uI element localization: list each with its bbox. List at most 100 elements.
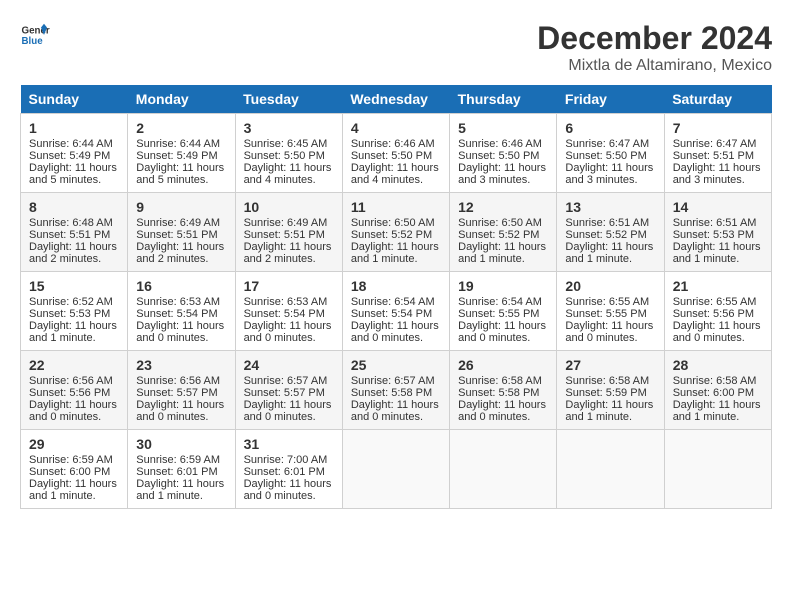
sunset-text: Sunset: 5:51 PM (29, 229, 110, 241)
sunrise-text: Sunrise: 6:52 AM (29, 296, 113, 308)
sunset-text: Sunset: 5:53 PM (673, 229, 754, 241)
calendar-row-1: 1 Sunrise: 6:44 AM Sunset: 5:49 PM Dayli… (21, 114, 772, 193)
sunrise-text: Sunrise: 6:57 AM (244, 375, 328, 387)
day-number: 28 (673, 357, 763, 373)
col-tuesday: Tuesday (235, 85, 342, 114)
daylight-text: Daylight: 11 hours and 2 minutes. (29, 241, 117, 265)
calendar-cell: 24 Sunrise: 6:57 AM Sunset: 5:57 PM Dayl… (235, 351, 342, 430)
sunrise-text: Sunrise: 6:48 AM (29, 217, 113, 229)
day-number: 27 (565, 357, 655, 373)
calendar-cell: 6 Sunrise: 6:47 AM Sunset: 5:50 PM Dayli… (557, 114, 664, 193)
sunrise-text: Sunrise: 6:45 AM (244, 138, 328, 150)
calendar-cell: 30 Sunrise: 6:59 AM Sunset: 6:01 PM Dayl… (128, 430, 235, 509)
page-header: General Blue December 2024 Mixtla de Alt… (20, 20, 772, 75)
sunset-text: Sunset: 5:57 PM (244, 387, 325, 399)
day-number: 16 (136, 278, 226, 294)
daylight-text: Daylight: 11 hours and 1 minute. (673, 241, 761, 265)
daylight-text: Daylight: 11 hours and 3 minutes. (673, 162, 761, 186)
day-number: 22 (29, 357, 119, 373)
sunset-text: Sunset: 5:54 PM (351, 308, 432, 320)
day-number: 23 (136, 357, 226, 373)
col-monday: Monday (128, 85, 235, 114)
sunset-text: Sunset: 5:52 PM (458, 229, 539, 241)
calendar-cell: 8 Sunrise: 6:48 AM Sunset: 5:51 PM Dayli… (21, 193, 128, 272)
day-number: 4 (351, 120, 441, 136)
sunrise-text: Sunrise: 6:54 AM (351, 296, 435, 308)
day-number: 21 (673, 278, 763, 294)
sunset-text: Sunset: 5:56 PM (673, 308, 754, 320)
day-number: 17 (244, 278, 334, 294)
day-number: 18 (351, 278, 441, 294)
daylight-text: Daylight: 11 hours and 2 minutes. (136, 241, 224, 265)
day-number: 13 (565, 199, 655, 215)
calendar-cell (342, 430, 449, 509)
sunrise-text: Sunrise: 7:00 AM (244, 454, 328, 466)
daylight-text: Daylight: 11 hours and 1 minute. (351, 241, 439, 265)
sunrise-text: Sunrise: 6:54 AM (458, 296, 542, 308)
day-number: 6 (565, 120, 655, 136)
calendar-cell: 2 Sunrise: 6:44 AM Sunset: 5:49 PM Dayli… (128, 114, 235, 193)
daylight-text: Daylight: 11 hours and 1 minute. (29, 320, 117, 344)
daylight-text: Daylight: 11 hours and 1 minute. (136, 478, 224, 502)
calendar-cell: 4 Sunrise: 6:46 AM Sunset: 5:50 PM Dayli… (342, 114, 449, 193)
sunset-text: Sunset: 5:52 PM (565, 229, 646, 241)
daylight-text: Daylight: 11 hours and 1 minute. (29, 478, 117, 502)
sunset-text: Sunset: 5:52 PM (351, 229, 432, 241)
sunrise-text: Sunrise: 6:55 AM (673, 296, 757, 308)
calendar-cell (557, 430, 664, 509)
sunrise-text: Sunrise: 6:57 AM (351, 375, 435, 387)
col-thursday: Thursday (450, 85, 557, 114)
sunrise-text: Sunrise: 6:50 AM (351, 217, 435, 229)
sunset-text: Sunset: 5:51 PM (136, 229, 217, 241)
calendar-cell: 10 Sunrise: 6:49 AM Sunset: 5:51 PM Dayl… (235, 193, 342, 272)
sunrise-text: Sunrise: 6:51 AM (673, 217, 757, 229)
sunrise-text: Sunrise: 6:53 AM (244, 296, 328, 308)
sunset-text: Sunset: 5:55 PM (565, 308, 646, 320)
calendar-cell: 25 Sunrise: 6:57 AM Sunset: 5:58 PM Dayl… (342, 351, 449, 430)
daylight-text: Daylight: 11 hours and 1 minute. (565, 241, 653, 265)
sunset-text: Sunset: 6:01 PM (244, 466, 325, 478)
sunrise-text: Sunrise: 6:44 AM (136, 138, 220, 150)
daylight-text: Daylight: 11 hours and 2 minutes. (244, 241, 332, 265)
calendar-cell: 13 Sunrise: 6:51 AM Sunset: 5:52 PM Dayl… (557, 193, 664, 272)
calendar-cell (664, 430, 771, 509)
daylight-text: Daylight: 11 hours and 0 minutes. (136, 320, 224, 344)
sunset-text: Sunset: 6:00 PM (673, 387, 754, 399)
daylight-text: Daylight: 11 hours and 0 minutes. (351, 320, 439, 344)
logo-icon: General Blue (20, 20, 50, 50)
col-saturday: Saturday (664, 85, 771, 114)
sunrise-text: Sunrise: 6:59 AM (136, 454, 220, 466)
daylight-text: Daylight: 11 hours and 4 minutes. (351, 162, 439, 186)
sunrise-text: Sunrise: 6:53 AM (136, 296, 220, 308)
day-number: 8 (29, 199, 119, 215)
sunset-text: Sunset: 5:50 PM (351, 150, 432, 162)
calendar-cell (450, 430, 557, 509)
daylight-text: Daylight: 11 hours and 1 minute. (565, 399, 653, 423)
calendar-cell: 23 Sunrise: 6:56 AM Sunset: 5:57 PM Dayl… (128, 351, 235, 430)
sunrise-text: Sunrise: 6:50 AM (458, 217, 542, 229)
sunrise-text: Sunrise: 6:49 AM (136, 217, 220, 229)
calendar-row-3: 15 Sunrise: 6:52 AM Sunset: 5:53 PM Dayl… (21, 272, 772, 351)
calendar-row-4: 22 Sunrise: 6:56 AM Sunset: 5:56 PM Dayl… (21, 351, 772, 430)
day-number: 15 (29, 278, 119, 294)
daylight-text: Daylight: 11 hours and 5 minutes. (136, 162, 224, 186)
calendar-cell: 1 Sunrise: 6:44 AM Sunset: 5:49 PM Dayli… (21, 114, 128, 193)
calendar-cell: 19 Sunrise: 6:54 AM Sunset: 5:55 PM Dayl… (450, 272, 557, 351)
sunset-text: Sunset: 5:50 PM (244, 150, 325, 162)
sunrise-text: Sunrise: 6:47 AM (565, 138, 649, 150)
calendar-row-5: 29 Sunrise: 6:59 AM Sunset: 6:00 PM Dayl… (21, 430, 772, 509)
day-number: 12 (458, 199, 548, 215)
sunrise-text: Sunrise: 6:51 AM (565, 217, 649, 229)
sunset-text: Sunset: 5:49 PM (29, 150, 110, 162)
calendar-cell: 14 Sunrise: 6:51 AM Sunset: 5:53 PM Dayl… (664, 193, 771, 272)
daylight-text: Daylight: 11 hours and 3 minutes. (458, 162, 546, 186)
sunset-text: Sunset: 6:00 PM (29, 466, 110, 478)
calendar-cell: 5 Sunrise: 6:46 AM Sunset: 5:50 PM Dayli… (450, 114, 557, 193)
sunrise-text: Sunrise: 6:56 AM (29, 375, 113, 387)
col-wednesday: Wednesday (342, 85, 449, 114)
sunrise-text: Sunrise: 6:59 AM (29, 454, 113, 466)
sunset-text: Sunset: 5:57 PM (136, 387, 217, 399)
sunset-text: Sunset: 5:54 PM (244, 308, 325, 320)
calendar-cell: 21 Sunrise: 6:55 AM Sunset: 5:56 PM Dayl… (664, 272, 771, 351)
day-number: 24 (244, 357, 334, 373)
